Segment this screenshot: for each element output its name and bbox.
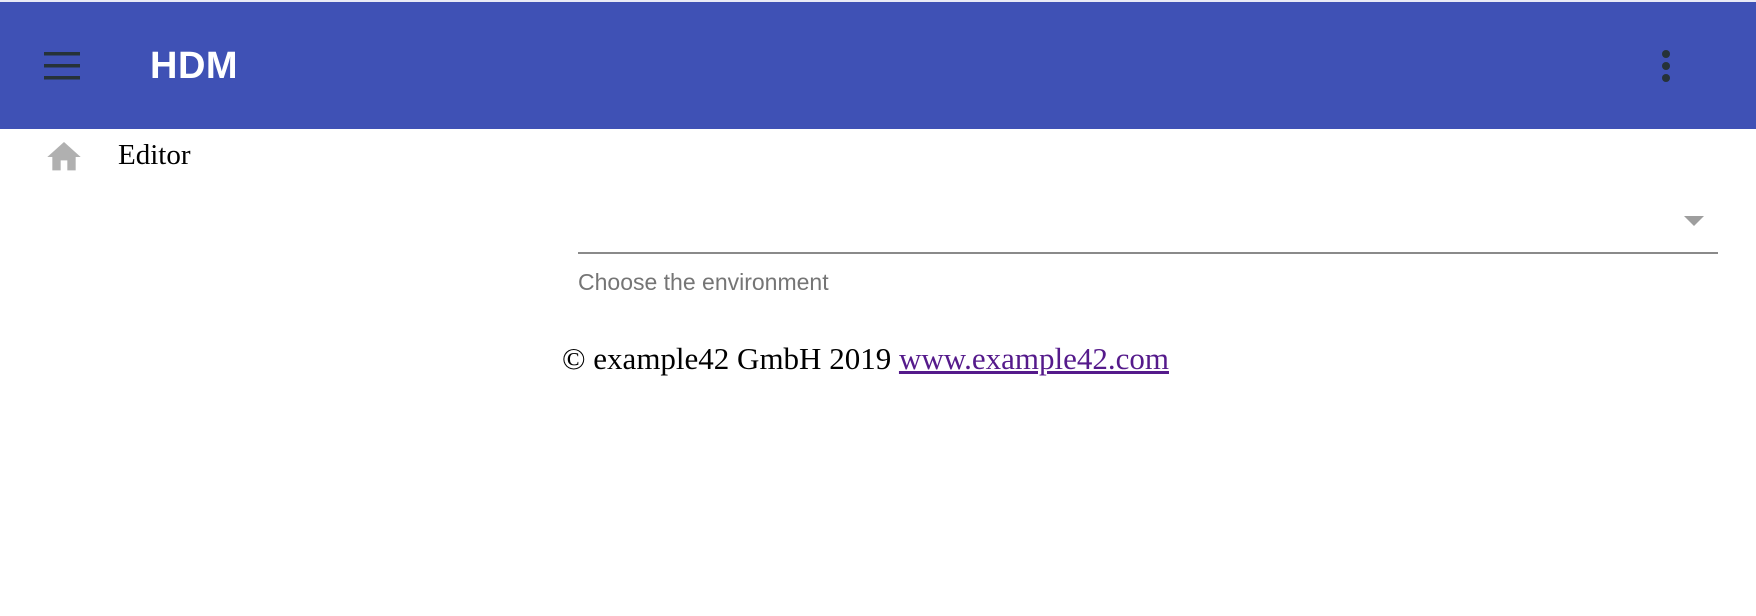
footer-website-link[interactable]: www.example42.com <box>899 341 1169 376</box>
menu-button[interactable] <box>32 36 92 96</box>
dropdown-arrow-icon <box>1684 216 1704 226</box>
footer-copyright: © example42 GmbH 2019 <box>562 341 892 376</box>
home-icon[interactable] <box>44 137 84 177</box>
menu-icon <box>44 52 80 80</box>
more-options-button[interactable] <box>1646 36 1686 96</box>
environment-select[interactable] <box>578 190 1718 254</box>
more-vert-icon <box>1662 50 1670 82</box>
top-app-bar: HDM <box>0 0 1756 129</box>
breadcrumb-current-page: Editor <box>118 139 191 171</box>
app-title: HDM <box>150 45 239 87</box>
footer: © example42 GmbH 2019 www.example42.com <box>562 339 1169 379</box>
environment-select-hint: Choose the environment <box>578 269 829 295</box>
